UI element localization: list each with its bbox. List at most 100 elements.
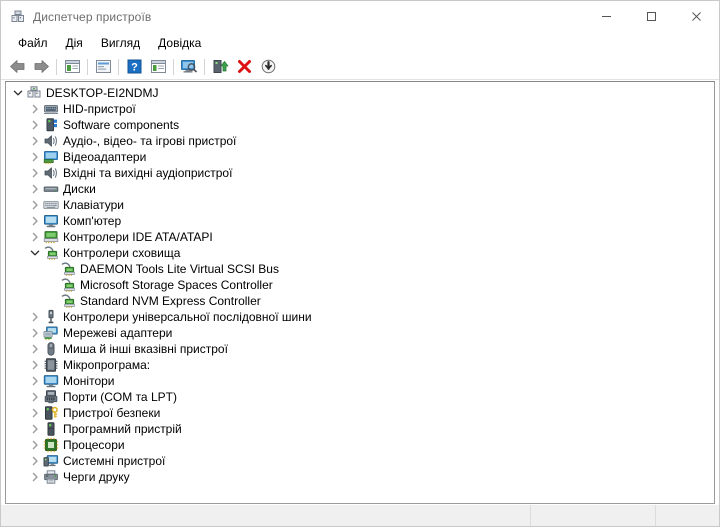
tree-node-label: Мікропрограма:: [63, 358, 151, 372]
tree-node-system-devices[interactable]: Системні пристрої: [6, 453, 714, 469]
chevron-right-icon[interactable]: [27, 149, 43, 165]
toolbar-separator: [118, 58, 119, 75]
menu-help[interactable]: Довідка: [149, 34, 210, 53]
menu-action[interactable]: Дія: [57, 34, 92, 53]
tree-node-label: DESKTOP-EI2NDMJ: [46, 86, 159, 100]
chevron-right-icon[interactable]: [27, 133, 43, 149]
tree-node-audio-video-game[interactable]: Аудіо-, відео- та ігрові пристрої: [6, 133, 714, 149]
tree-node-audio-inputs-outputs[interactable]: Вхідні та вихідні аудіопристрої: [6, 165, 714, 181]
chevron-right-icon[interactable]: [27, 405, 43, 421]
tree-node-monitors[interactable]: Монітори: [6, 373, 714, 389]
chevron-right-icon[interactable]: [27, 421, 43, 437]
content-area: DESKTOP-EI2NDMJ HID-пристрої Software comp…: [1, 80, 719, 504]
chevron-right-icon[interactable]: [27, 373, 43, 389]
tree-node-label: Microsoft Storage Spaces Controller: [80, 278, 273, 292]
chevron-right-icon[interactable]: [27, 213, 43, 229]
tree-node-label: Диски: [63, 182, 96, 196]
tree-node-security-devices[interactable]: Пристрої безпеки: [6, 405, 714, 421]
titlebar: Диспетчер пристроїв: [1, 1, 719, 32]
storage-controller-icon: [60, 293, 76, 309]
tree-node-print-queues[interactable]: Черги друку: [6, 469, 714, 485]
chevron-right-icon[interactable]: [27, 325, 43, 341]
chevron-right-icon[interactable]: [27, 357, 43, 373]
view-list-icon[interactable]: [146, 56, 170, 78]
properties-icon[interactable]: [91, 56, 115, 78]
chevron-right-icon[interactable]: [27, 341, 43, 357]
help-icon[interactable]: ?: [122, 56, 146, 78]
tree-node-keyboards[interactable]: Клавіатури: [6, 197, 714, 213]
tree-node-hid[interactable]: HID-пристрої: [6, 101, 714, 117]
minimize-button[interactable]: [584, 1, 629, 32]
speaker-icon: [43, 165, 59, 181]
device-manager-icon: [10, 9, 26, 25]
chevron-right-icon[interactable]: [27, 117, 43, 133]
tree-node-label: Software components: [63, 118, 180, 132]
show-hide-console-tree-icon[interactable]: [60, 56, 84, 78]
tree-node-daemon-tools-scsi[interactable]: DAEMON Tools Lite Virtual SCSI Bus: [6, 261, 714, 277]
tree-node-nvm-express[interactable]: Standard NVM Express Controller: [6, 293, 714, 309]
tree-node-label: Контролери універсальної послідовної шин…: [63, 310, 312, 324]
back-icon[interactable]: [5, 56, 29, 78]
toolbar: ?: [1, 54, 719, 80]
chevron-right-icon[interactable]: [27, 165, 43, 181]
update-driver-icon[interactable]: [208, 56, 232, 78]
chevron-right-icon[interactable]: [27, 229, 43, 245]
chevron-right-icon[interactable]: [27, 469, 43, 485]
display-adapter-icon: [43, 149, 59, 165]
tree-node-label: Контролери IDE ATA/ATAPI: [63, 230, 213, 244]
speaker-icon: [43, 133, 59, 149]
tree-node-software-devices[interactable]: Програмний пристрій: [6, 421, 714, 437]
mouse-icon: [43, 341, 59, 357]
tree-node-ide-ata-atapi[interactable]: Контролери IDE ATA/ATAPI: [6, 229, 714, 245]
tree-node-label: Черги друку: [63, 470, 130, 484]
chevron-down-icon[interactable]: [27, 245, 43, 261]
tree-node-processors[interactable]: Процесори: [6, 437, 714, 453]
tree-node-label: Комп'ютер: [63, 214, 122, 228]
toolbar-separator: [204, 58, 205, 75]
tree-node-label: Процесори: [63, 438, 125, 452]
tree-node-software-components[interactable]: Software components: [6, 117, 714, 133]
tree-node-ports[interactable]: Порти (COM та LPT): [6, 389, 714, 405]
tree-node-label: Контролери сховища: [63, 246, 181, 260]
tree-node-ms-storage-spaces[interactable]: Microsoft Storage Spaces Controller: [6, 277, 714, 293]
chevron-right-icon[interactable]: [27, 389, 43, 405]
storage-controller-icon: [60, 261, 76, 277]
storage-controller-icon: [43, 245, 59, 261]
tree-node-firmware[interactable]: Мікропрограма:: [6, 357, 714, 373]
tree-node-label: Standard NVM Express Controller: [80, 294, 261, 308]
tree-node-root[interactable]: DESKTOP-EI2NDMJ: [6, 85, 714, 101]
tree-node-display-adapters[interactable]: Відеоадаптери: [6, 149, 714, 165]
chevron-right-icon[interactable]: [27, 101, 43, 117]
chevron-right-icon[interactable]: [27, 453, 43, 469]
chevron-right-icon[interactable]: [27, 309, 43, 325]
storage-controller-icon: [60, 277, 76, 293]
chevron-right-icon[interactable]: [27, 181, 43, 197]
tree-node-label: Мережеві адаптери: [63, 326, 173, 340]
scan-hardware-changes-icon[interactable]: [177, 56, 201, 78]
tree-node-network-adapters[interactable]: Мережеві адаптери: [6, 325, 714, 341]
disable-device-icon[interactable]: [256, 56, 280, 78]
uninstall-device-icon[interactable]: [232, 56, 256, 78]
tree-node-usb-controllers[interactable]: Контролери універсальної послідовної шин…: [6, 309, 714, 325]
menu-file[interactable]: Файл: [9, 34, 57, 53]
tree-node-disk-drives[interactable]: Диски: [6, 181, 714, 197]
forward-icon[interactable]: [29, 56, 53, 78]
statusbar: [1, 504, 719, 526]
device-tree-panel[interactable]: DESKTOP-EI2NDMJ HID-пристрої Software comp…: [5, 81, 715, 504]
computer-icon: [43, 213, 59, 229]
toolbar-separator: [173, 58, 174, 75]
menu-view[interactable]: Вигляд: [92, 34, 149, 53]
print-queue-icon: [43, 469, 59, 485]
maximize-button[interactable]: [629, 1, 674, 32]
tree-node-computer[interactable]: Комп'ютер: [6, 213, 714, 229]
tree-node-label: HID-пристрої: [63, 102, 136, 116]
tree-node-storage-controllers[interactable]: Контролери сховища: [6, 245, 714, 261]
chevron-right-icon[interactable]: [27, 437, 43, 453]
chevron-down-icon[interactable]: [10, 85, 26, 101]
processor-icon: [43, 437, 59, 453]
close-button[interactable]: [674, 1, 719, 32]
software-component-icon: [43, 117, 59, 133]
chevron-right-icon[interactable]: [27, 197, 43, 213]
tree-node-mice[interactable]: Миша й інші вказівні пристрої: [6, 341, 714, 357]
